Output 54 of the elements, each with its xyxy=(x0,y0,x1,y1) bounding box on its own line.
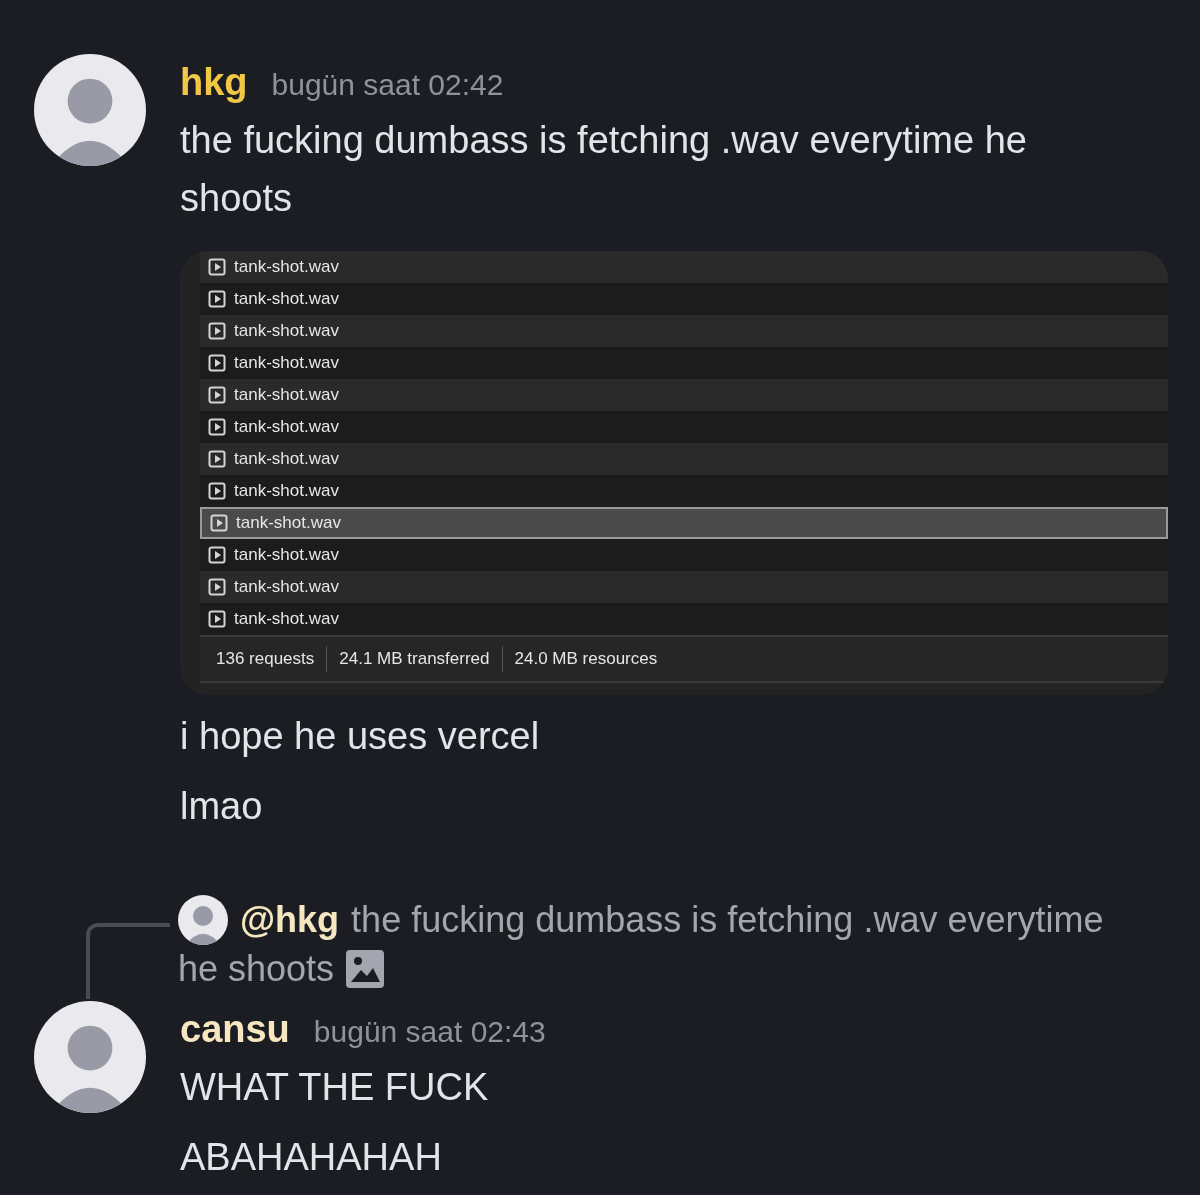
reply-preview[interactable]: he shoots xyxy=(178,945,335,993)
file-name: tank-shot.wav xyxy=(234,288,339,311)
play-icon xyxy=(208,258,226,276)
message-text: the fucking dumbass is fetching .wav everytime he shoots xyxy=(180,118,1028,221)
request-row[interactable]: tank-shot.wav xyxy=(200,347,1168,379)
play-icon xyxy=(208,450,226,468)
file-name: tank-shot.wav xyxy=(234,416,339,439)
network-screenshot[interactable] xyxy=(180,251,1168,695)
play-icon xyxy=(208,322,226,340)
play-icon xyxy=(208,546,226,564)
author-name[interactable]: hkg xyxy=(180,54,248,111)
request-row[interactable]: tank-shot.wav xyxy=(200,539,1168,571)
image-icon xyxy=(346,950,385,988)
message-text: i hope he uses vercel xyxy=(180,714,541,759)
file-name: tank-shot.wav xyxy=(234,448,339,471)
file-name: tank-shot.wav xyxy=(234,544,339,567)
file-name: tank-shot.wav xyxy=(234,352,339,375)
request-row[interactable]: tank-shot.wav xyxy=(200,571,1168,603)
file-name: tank-shot.wav xyxy=(234,576,339,599)
request-row[interactable]: tank-shot.wav xyxy=(200,411,1168,443)
play-icon xyxy=(208,290,226,308)
author-name[interactable]: cansu xyxy=(180,1001,290,1058)
message-text: lmao xyxy=(180,784,264,829)
request-row[interactable]: tank-shot.wav xyxy=(200,251,1168,283)
request-row[interactable]: tank-shot.wav xyxy=(200,379,1168,411)
play-icon xyxy=(208,610,226,628)
message-text: WHAT THE FUCK xyxy=(180,1065,490,1110)
play-icon xyxy=(208,354,226,372)
play-icon xyxy=(208,418,226,436)
request-row[interactable]: tank-shot.wav xyxy=(200,283,1168,315)
file-name: tank-shot.wav xyxy=(234,480,339,503)
request-row[interactable]: tank-shot.wav xyxy=(200,603,1168,635)
file-name: tank-shot.wav xyxy=(234,608,339,631)
timestamp: bugün saat 02:42 xyxy=(271,67,504,103)
request-row[interactable]: tank-shot.wav xyxy=(200,475,1168,507)
request-row[interactable]: tank-shot.wav xyxy=(200,507,1168,539)
status-text: 24.0 MB resources xyxy=(501,646,670,672)
request-row[interactable]: tank-shot.wav xyxy=(200,315,1168,347)
file-name: tank-shot.wav xyxy=(236,512,341,535)
timestamp: bugün saat 02:43 xyxy=(313,1014,546,1050)
file-name: tank-shot.wav xyxy=(234,384,339,407)
play-icon xyxy=(208,482,226,500)
status-text: 136 requests xyxy=(216,648,316,671)
message-text: ABAHAHAHAH xyxy=(180,1135,443,1180)
play-icon xyxy=(210,514,228,532)
file-name: tank-shot.wav xyxy=(234,320,339,343)
reply-preview[interactable]: the fucking dumbass is fetching .wav everytime xyxy=(351,896,1104,944)
reply-mention[interactable]: @hkg xyxy=(240,896,340,944)
play-icon xyxy=(208,386,226,404)
avatar[interactable] xyxy=(178,895,228,945)
play-icon xyxy=(208,578,226,596)
file-name: tank-shot.wav xyxy=(234,256,339,279)
request-row[interactable]: tank-shot.wav xyxy=(200,443,1168,475)
status-text: 24.1 MB transferred xyxy=(326,646,502,672)
